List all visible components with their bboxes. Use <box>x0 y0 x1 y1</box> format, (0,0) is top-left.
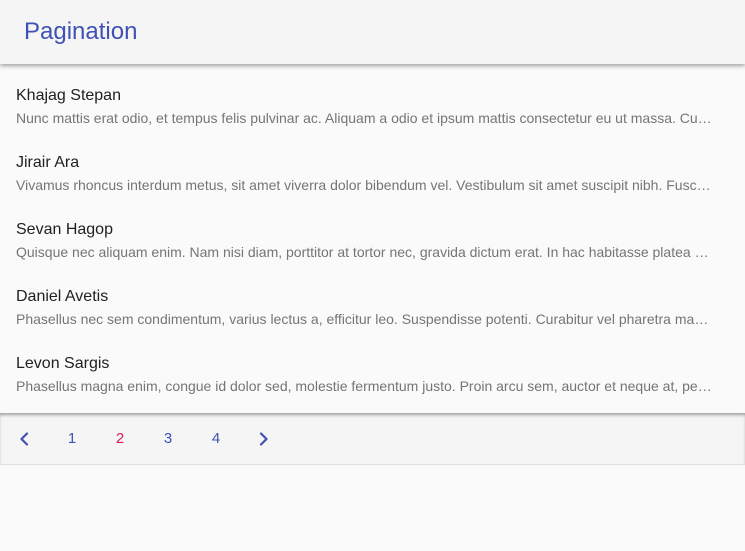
next-page-button[interactable] <box>252 425 276 453</box>
list-item[interactable]: Jirair Ara Vivamus rhoncus interdum metu… <box>16 153 713 209</box>
list-item-description: Phasellus magna enim, congue id dolor se… <box>16 378 713 394</box>
list-item-description: Phasellus nec sem condimentum, varius le… <box>16 311 713 327</box>
item-list: Khajag Stepan Nunc mattis erat odio, et … <box>0 64 745 413</box>
list-item-name: Sevan Hagop <box>16 221 113 238</box>
list-item-name: Khajag Stepan <box>16 87 121 104</box>
list-item[interactable]: Daniel Avetis Phasellus nec sem condimen… <box>16 287 713 343</box>
list-item-description: Vivamus rhoncus interdum metus, sit amet… <box>16 177 713 193</box>
page-title: Pagination <box>24 18 138 45</box>
previous-page-button[interactable] <box>12 425 36 453</box>
app-header: Pagination <box>0 0 745 64</box>
page: Pagination Khajag Stepan Nunc mattis era… <box>0 0 745 551</box>
pagination-bar: 1 2 3 4 <box>0 413 745 465</box>
list-item-description: Quisque nec aliquam enim. Nam nisi diam,… <box>16 244 713 260</box>
list-item[interactable]: Khajag Stepan Nunc mattis erat odio, et … <box>16 86 713 142</box>
chevron-left-icon <box>20 432 29 446</box>
list-item-name: Levon Sargis <box>16 355 110 372</box>
list-item-name: Daniel Avetis <box>16 288 109 305</box>
page-button-2-current[interactable]: 2 <box>108 425 132 453</box>
list-item[interactable]: Levon Sargis Phasellus magna enim, congu… <box>16 354 713 410</box>
page-button-1[interactable]: 1 <box>60 425 84 453</box>
list-item-description: Nunc mattis erat odio, et tempus felis p… <box>16 110 713 126</box>
list-item[interactable]: Sevan Hagop Quisque nec aliquam enim. Na… <box>16 220 713 276</box>
list-item-name: Jirair Ara <box>16 154 80 171</box>
chevron-right-icon <box>259 432 268 446</box>
page-button-3[interactable]: 3 <box>156 425 180 453</box>
page-button-4[interactable]: 4 <box>204 425 228 453</box>
